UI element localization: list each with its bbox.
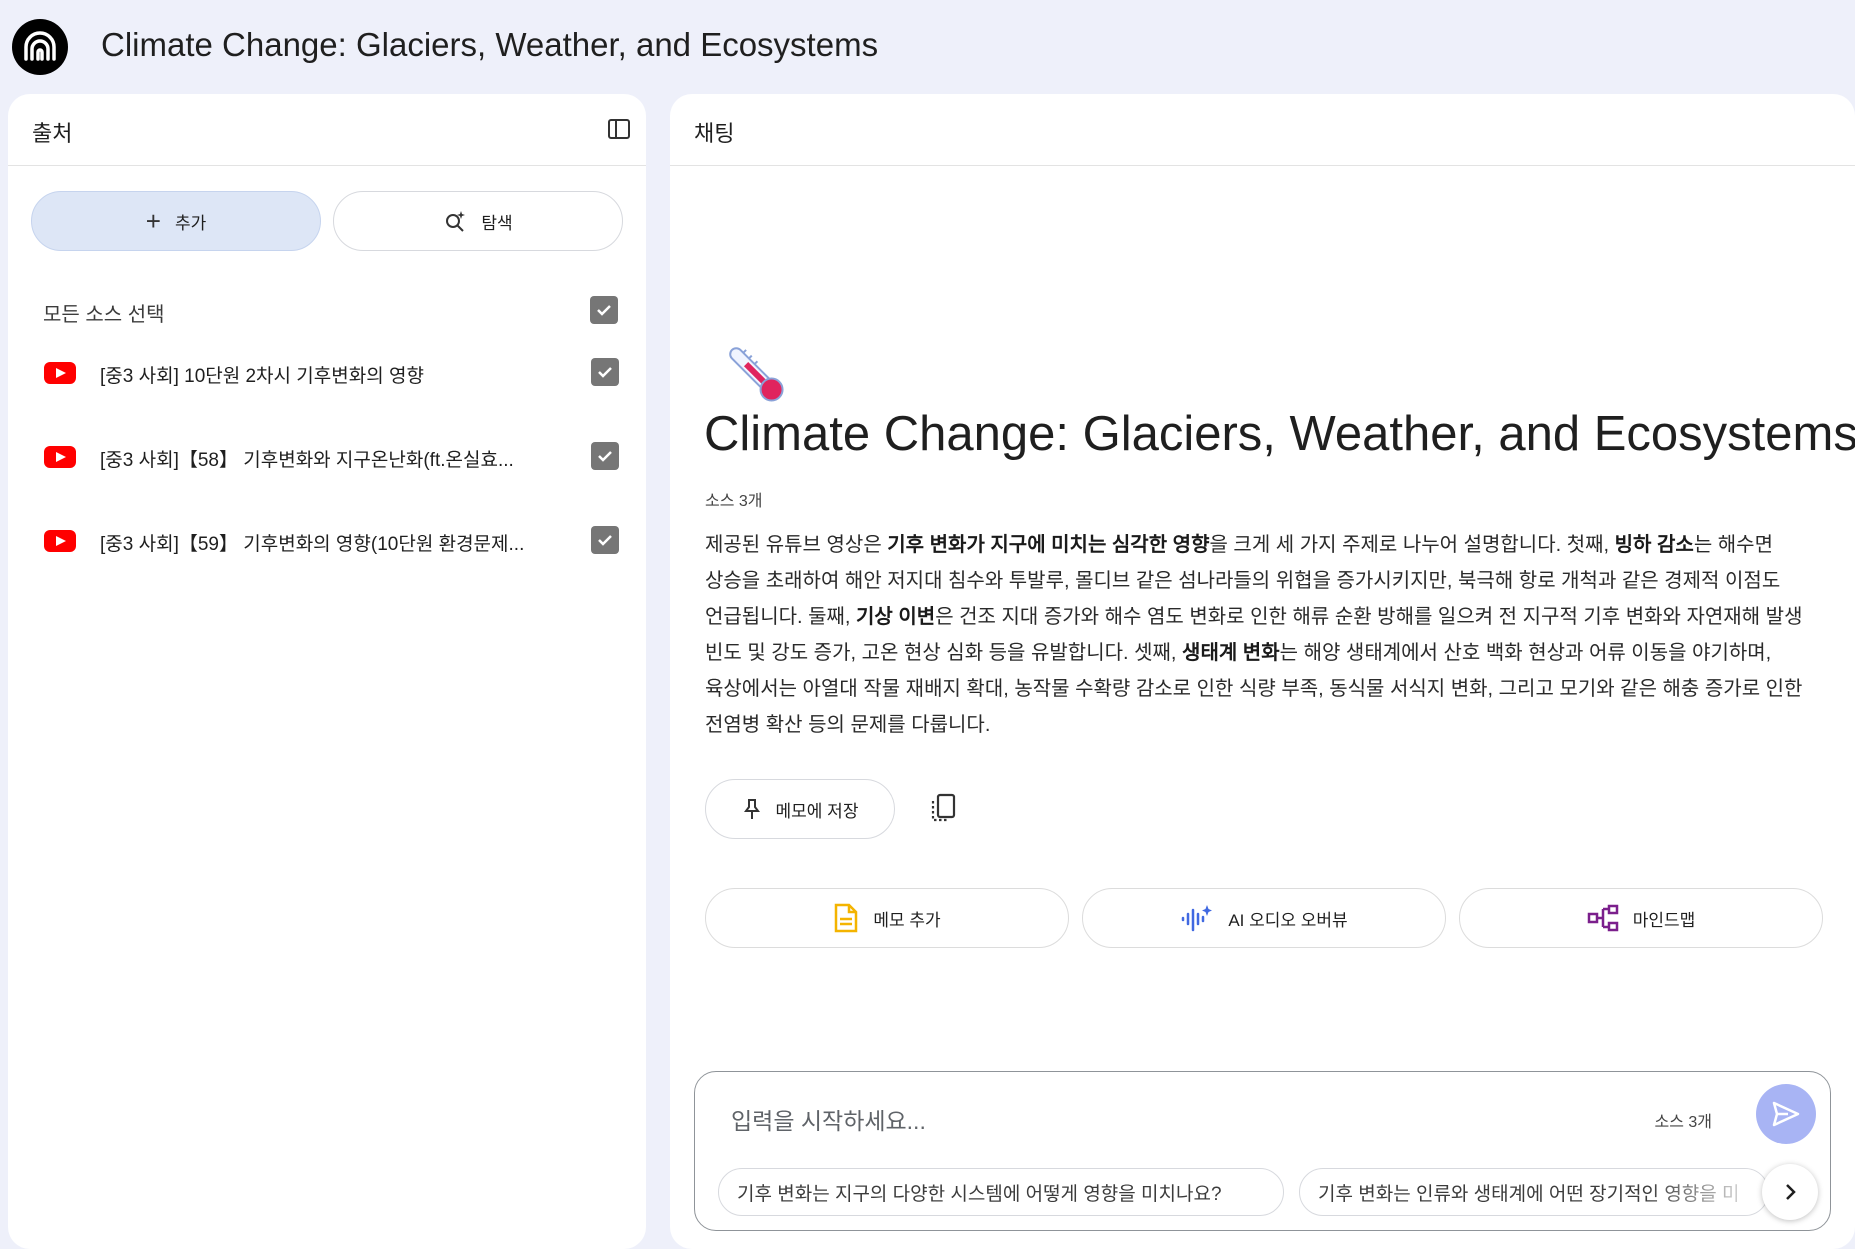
audio-overview-button[interactable]: AI 오디오 오버뷰 <box>1082 888 1446 948</box>
notebook-logo-icon[interactable] <box>12 19 68 75</box>
sources-panel-title: 출처 <box>32 121 73 146</box>
select-all-row[interactable]: 모든 소스 선택 <box>43 292 618 328</box>
source-count: 소스 3개 <box>705 493 763 510</box>
notebook-summary: 제공된 유튜브 영상은 기후 변화가 지구에 미치는 심각한 영향을 크게 세 … <box>705 527 1825 743</box>
youtube-icon <box>44 446 76 468</box>
send-icon <box>1772 1101 1800 1127</box>
checkmark-icon <box>598 367 612 378</box>
source-item[interactable]: [중3 사회]【58】 기후변화와 지구온난화(ft.온실효... <box>44 436 619 476</box>
thermometer-icon <box>729 347 784 402</box>
checkmark-icon <box>598 535 612 546</box>
app-header: Climate Change: Glaciers, Weather, and E… <box>0 0 1855 94</box>
select-all-checkbox[interactable] <box>590 296 618 324</box>
youtube-icon <box>44 362 76 384</box>
save-to-memo-button[interactable]: 메모에 저장 <box>705 779 895 839</box>
audio-sparkle-icon <box>1182 905 1213 932</box>
send-button[interactable] <box>1756 1084 1816 1144</box>
summary-highlight: 빙하 감소 <box>1614 534 1694 556</box>
explore-label: 탐색 <box>481 213 513 233</box>
pin-icon <box>743 799 760 819</box>
checkmark-icon <box>597 305 611 316</box>
source-checkbox[interactable] <box>591 526 619 554</box>
next-suggestions-button[interactable] <box>1762 1164 1818 1220</box>
mindmap-button[interactable]: 마인드맵 <box>1459 888 1823 948</box>
source-item-label: [중3 사회]【59】 기후변화의 영향(10단원 환경문제... <box>100 534 525 555</box>
summary-highlight: 기후 변화가 지구에 미치는 심각한 영향 <box>887 534 1210 556</box>
summary-text: 을 크게 세 가지 주제로 나누어 설명합니다. 첫째, <box>1209 534 1615 556</box>
app-title: Climate Change: Glaciers, Weather, and E… <box>101 26 879 63</box>
suggested-question[interactable]: 기후 변화는 인류와 생태계에 어떤 장기적인 영향을 미 <box>1299 1168 1769 1216</box>
chevron-right-icon <box>1786 1184 1796 1200</box>
chat-panel: 채팅 Climate Change: Glaciers, Weather, an… <box>670 94 1855 1249</box>
audio-overview-label: AI 오디오 오버뷰 <box>1228 910 1348 930</box>
source-item-label: [중3 사회] 10단원 2차시 기후변화의 영향 <box>100 366 424 387</box>
add-memo-label: 메모 추가 <box>873 910 941 930</box>
add-memo-button[interactable]: 메모 추가 <box>705 888 1069 948</box>
source-item-label: [중3 사회]【58】 기후변화와 지구온난화(ft.온실효... <box>100 450 514 471</box>
add-source-button[interactable]: + 추가 <box>31 191 321 251</box>
checkmark-icon <box>598 451 612 462</box>
search-sparkle-icon <box>446 211 466 232</box>
plus-icon: + <box>145 206 161 236</box>
sources-panel: 출처 + 추가 탐색 모든 소스 선택 [중3 사회] 10단원 2차시 기후변… <box>8 94 646 1249</box>
notebook-title: Climate Change: Glaciers, Weather, and E… <box>704 407 1855 461</box>
summary-text: 제공된 유튜브 영상은 <box>705 534 888 556</box>
input-source-count: 소스 3개 <box>1654 1114 1712 1131</box>
explore-sources-button[interactable]: 탐색 <box>333 191 623 251</box>
source-checkbox[interactable] <box>591 358 619 386</box>
source-checkbox[interactable] <box>591 442 619 470</box>
source-item[interactable]: [중3 사회]【59】 기후변화의 영향(10단원 환경문제... <box>44 520 619 560</box>
summary-highlight: 생태계 변화 <box>1182 642 1280 664</box>
add-source-label: 추가 <box>174 213 207 233</box>
note-icon <box>835 903 858 933</box>
chat-input-placeholder[interactable]: 입력을 시작하세요... <box>731 1102 926 1136</box>
youtube-icon <box>44 530 76 552</box>
source-item[interactable]: [중3 사회] 10단원 2차시 기후변화의 영향 <box>44 352 619 392</box>
sidebar-toggle-icon <box>608 119 630 139</box>
sources-panel-header: 출처 <box>8 94 646 166</box>
collapse-panel-button[interactable] <box>604 114 634 144</box>
summary-highlight: 기상 이변 <box>856 606 936 628</box>
chat-input-box[interactable]: 입력을 시작하세요... 소스 3개 기후 변화는 지구의 다양한 시스템에 어… <box>694 1071 1831 1231</box>
mindmap-label: 마인드맵 <box>1632 910 1696 930</box>
copy-button[interactable] <box>925 790 961 826</box>
copy-icon <box>931 793 956 822</box>
chat-panel-title: 채팅 <box>694 121 735 146</box>
suggested-question-label: 기후 변화는 인류와 생태계에 어떤 장기적인 영향을 미 <box>1318 1183 1740 1205</box>
chat-panel-header: 채팅 <box>670 94 1855 166</box>
mindmap-icon <box>1587 904 1618 932</box>
save-memo-label: 메모에 저장 <box>775 801 859 821</box>
suggested-question[interactable]: 기후 변화는 지구의 다양한 시스템에 어떻게 영향을 미치나요? <box>718 1168 1284 1216</box>
select-all-label: 모든 소스 선택 <box>43 304 165 326</box>
